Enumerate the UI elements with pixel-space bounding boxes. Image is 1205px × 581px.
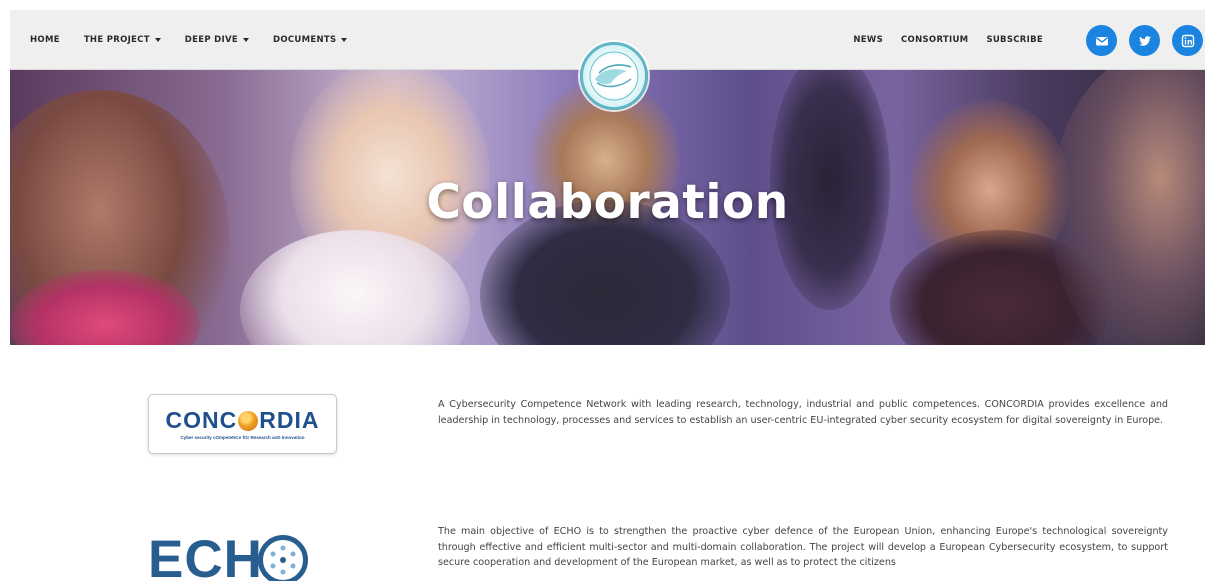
globe-icon: [238, 411, 259, 431]
twitter-icon: [1138, 35, 1151, 46]
nav-consortium-link[interactable]: CONSORTIUM: [901, 35, 968, 45]
linkedin-button[interactable]: [1172, 25, 1203, 56]
twitter-button[interactable]: [1129, 25, 1160, 56]
nav-consortium-label: CONSORTIUM: [901, 35, 969, 45]
hero-title: Collaboration: [426, 175, 789, 230]
email-button[interactable]: [1086, 25, 1117, 56]
nav-news-link[interactable]: NEWS: [853, 35, 883, 45]
nav-left-group: HOME THE PROJECT DEEP DIVE DOCUMENTS: [30, 35, 348, 45]
echo-wordmark: ECH: [148, 530, 263, 581]
network-nodes-icon: [270, 545, 296, 575]
social-links: [1086, 25, 1203, 56]
linkedin-icon: [1181, 34, 1194, 47]
concordia-wordmark: CONC RDIA: [149, 407, 336, 434]
page: HOME THE PROJECT DEEP DIVE DOCUMENTS NEW…: [10, 10, 1205, 581]
network-globe-icon: [258, 535, 308, 581]
nav-documents-label: DOCUMENTS: [272, 35, 337, 45]
concordia-wordmark-start: CONC: [165, 407, 238, 433]
hero-banner: Collaboration: [10, 70, 1205, 345]
nav-home-label: HOME: [30, 35, 60, 45]
nav-deep-dive-menu[interactable]: DEEP DIVE: [185, 35, 249, 45]
nav-right-group: NEWS CONSORTIUM SUBSCRIBE: [853, 35, 1043, 45]
envelope-icon: [1095, 36, 1108, 45]
chevron-down-icon: [341, 38, 348, 42]
echo-logo[interactable]: ECH: [148, 530, 338, 581]
concordia-logo[interactable]: CONC RDIA Cyber security cOmpeteNCe fOr R…: [148, 394, 337, 454]
site-logo[interactable]: [580, 42, 648, 110]
nav-documents-menu[interactable]: DOCUMENTS: [272, 35, 348, 45]
concordia-description: A Cybersecurity Competence Network with …: [438, 399, 1168, 426]
echo-description: The main objective of ECHO is to strengt…: [438, 526, 1168, 568]
nav-subscribe-link[interactable]: SUBSCRIBE: [986, 35, 1043, 45]
nav-deep-dive-label: DEEP DIVE: [184, 35, 238, 45]
concordia-tagline: Cyber security cOmpeteNCe fOr Research a…: [180, 435, 305, 440]
nav-home-link[interactable]: HOME: [30, 35, 60, 45]
wave-logo-icon: [589, 51, 639, 101]
nav-the-project-menu[interactable]: THE PROJECT: [84, 35, 161, 45]
nav-the-project-label: THE PROJECT: [83, 35, 150, 45]
nav-subscribe-label: SUBSCRIBE: [986, 35, 1043, 45]
chevron-down-icon: [154, 38, 161, 42]
concordia-wordmark-end: RDIA: [259, 407, 320, 433]
nav-news-label: NEWS: [853, 35, 884, 45]
chevron-down-icon: [242, 38, 249, 42]
